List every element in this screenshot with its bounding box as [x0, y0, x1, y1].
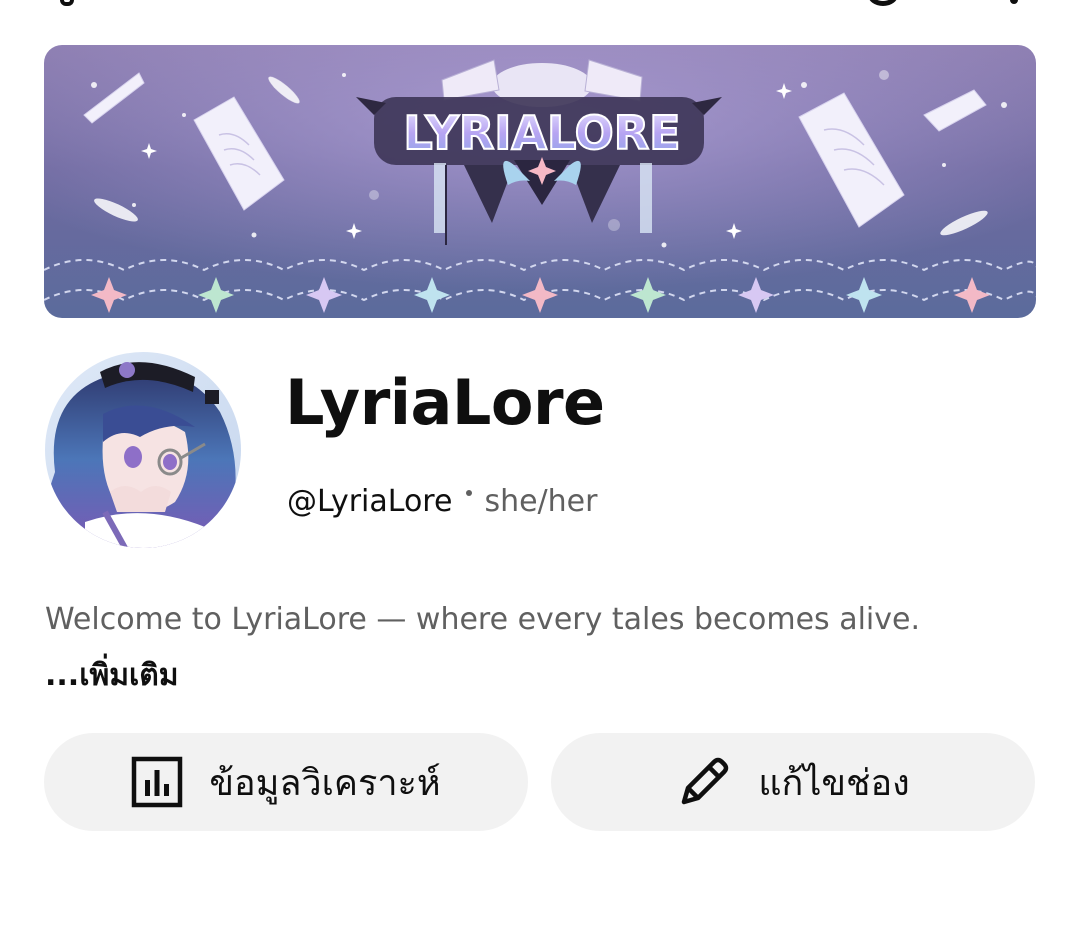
separator-dot: [466, 489, 473, 496]
pencil-icon: [676, 754, 732, 810]
channel-meta: @LyriaLore she/her: [287, 484, 597, 519]
channel-avatar[interactable]: [45, 352, 241, 548]
channel-name: LyriaLore: [285, 366, 605, 439]
search-icon[interactable]: [868, 0, 898, 6]
more-options-icon[interactable]: [1010, 0, 1018, 4]
edit-channel-button[interactable]: แก้ไขช่อง: [551, 733, 1035, 831]
back-icon[interactable]: [60, 0, 74, 6]
top-app-bar: [0, 0, 1080, 10]
analytics-button[interactable]: ข้อมูลวิเคราะห์: [44, 733, 528, 831]
channel-handle: @LyriaLore: [287, 484, 453, 519]
banner-logo-text: LYRIALORE: [403, 106, 680, 160]
description-more-link[interactable]: ...เพิ่มเติม: [45, 658, 179, 693]
channel-pronouns: she/her: [484, 484, 598, 519]
channel-description[interactable]: Welcome to LyriaLore — where every tales…: [45, 592, 945, 704]
edit-channel-label: แก้ไขช่อง: [758, 762, 910, 804]
analytics-icon: [131, 756, 183, 808]
description-text: Welcome to LyriaLore — where every tales…: [45, 602, 920, 637]
analytics-label: ข้อมูลวิเคราะห์: [209, 762, 441, 804]
channel-banner: LYRIALORE: [44, 45, 1036, 318]
